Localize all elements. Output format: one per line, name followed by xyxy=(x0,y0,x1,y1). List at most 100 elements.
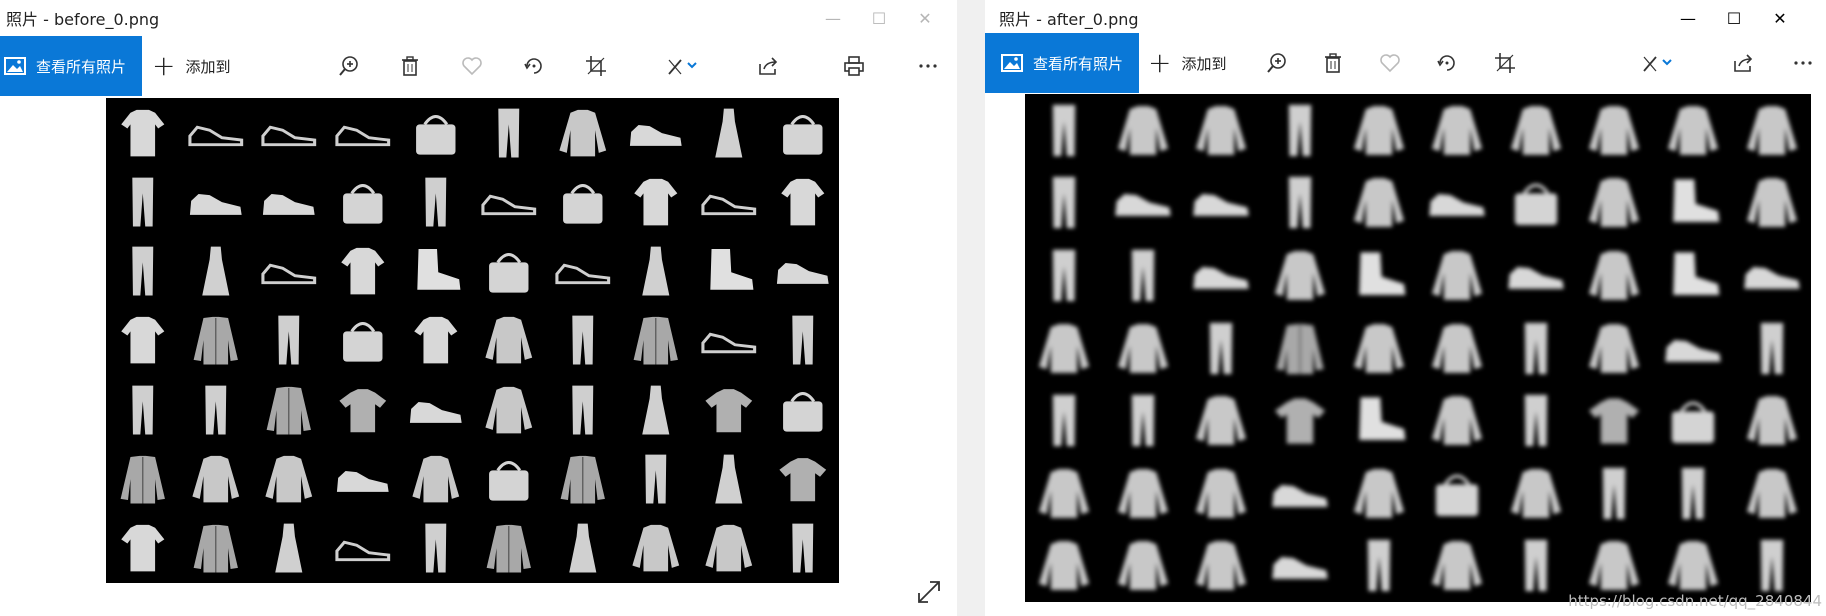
fashion-item-thumbnail xyxy=(399,237,472,306)
generated-item-thumbnail xyxy=(1497,457,1576,530)
generated-item-thumbnail xyxy=(1261,529,1340,602)
expand-icon[interactable] xyxy=(915,578,943,606)
edit-magic-icon[interactable] xyxy=(658,50,706,82)
zoom-in-icon[interactable] xyxy=(333,50,365,82)
photos-icon xyxy=(1001,52,1023,74)
generated-item-thumbnail xyxy=(1025,384,1104,457)
trash-icon[interactable] xyxy=(1317,47,1349,79)
fashion-item-thumbnail xyxy=(619,98,692,167)
fashion-item-thumbnail xyxy=(253,444,326,513)
fashion-item-thumbnail xyxy=(253,98,326,167)
fashion-item-thumbnail xyxy=(399,514,472,583)
add-to-label: 添加到 xyxy=(185,57,231,76)
fashion-item-thumbnail xyxy=(326,514,399,583)
add-to-button[interactable]: + 添加到 xyxy=(1148,33,1226,93)
rotate-icon[interactable] xyxy=(518,50,550,82)
generated-item-thumbnail xyxy=(1732,167,1811,240)
watermark: https://blog.csdn.net/qq_2840844 xyxy=(1568,592,1822,610)
title-bar[interactable]: 照片 - before_0.png — ☐ ✕ xyxy=(0,0,957,36)
fashion-item-thumbnail xyxy=(766,375,839,444)
photos-window-before: 照片 - before_0.png — ☐ ✕ 查看所有照片 + 添加到 xyxy=(0,0,958,616)
generated-item-thumbnail xyxy=(1418,529,1497,602)
view-all-photos-button[interactable]: 查看所有照片 xyxy=(985,33,1140,93)
crop-icon[interactable] xyxy=(1489,47,1521,79)
generated-item-thumbnail xyxy=(1497,312,1576,385)
edit-magic-icon[interactable] xyxy=(1633,47,1681,79)
title-bar[interactable]: 照片 - after_0.png — ☐ ✕ xyxy=(985,0,1826,36)
generated-item-thumbnail xyxy=(1654,239,1733,312)
generated-item-thumbnail xyxy=(1418,312,1497,385)
generated-item-thumbnail xyxy=(1339,94,1418,167)
fashion-item-thumbnail xyxy=(253,514,326,583)
rotate-icon[interactable] xyxy=(1431,47,1463,79)
generated-item-thumbnail xyxy=(1339,384,1418,457)
minimize-icon[interactable]: — xyxy=(1665,0,1711,36)
generated-item-thumbnail xyxy=(1261,312,1340,385)
heart-icon[interactable] xyxy=(456,50,488,82)
fashion-item-thumbnail xyxy=(253,306,326,375)
generated-item-thumbnail xyxy=(1339,239,1418,312)
view-all-label: 查看所有照片 xyxy=(1033,54,1124,73)
fashion-item-thumbnail xyxy=(106,306,179,375)
crop-icon[interactable] xyxy=(580,50,612,82)
fashion-item-thumbnail xyxy=(692,444,765,513)
fashion-item-thumbnail xyxy=(619,167,692,236)
fashion-item-thumbnail xyxy=(766,306,839,375)
view-all-photos-button[interactable]: 查看所有照片 xyxy=(0,36,143,96)
maximize-icon[interactable]: ☐ xyxy=(1711,0,1757,36)
image-before xyxy=(106,98,839,583)
generated-item-thumbnail xyxy=(1732,384,1811,457)
generated-item-thumbnail xyxy=(1104,94,1183,167)
more-icon[interactable] xyxy=(912,50,944,82)
generated-item-thumbnail xyxy=(1497,167,1576,240)
add-to-button[interactable]: + 添加到 xyxy=(152,36,230,96)
share-icon[interactable] xyxy=(1727,47,1759,79)
window-title: 照片 - before_0.png xyxy=(6,10,160,29)
fashion-item-thumbnail xyxy=(619,514,692,583)
generated-item-thumbnail xyxy=(1104,384,1183,457)
fashion-item-thumbnail xyxy=(619,375,692,444)
fashion-item-thumbnail xyxy=(399,306,472,375)
close-icon[interactable]: ✕ xyxy=(902,0,948,36)
share-icon[interactable] xyxy=(752,50,784,82)
generated-item-thumbnail xyxy=(1182,167,1261,240)
fashion-item-thumbnail xyxy=(692,167,765,236)
fashion-item-thumbnail xyxy=(179,237,252,306)
generated-item-thumbnail xyxy=(1654,457,1733,530)
generated-item-thumbnail xyxy=(1339,167,1418,240)
generated-item-thumbnail xyxy=(1261,239,1340,312)
generated-item-thumbnail xyxy=(1104,529,1183,602)
generated-item-thumbnail xyxy=(1575,312,1654,385)
print-icon[interactable] xyxy=(838,50,870,82)
fashion-item-thumbnail xyxy=(326,444,399,513)
heart-icon[interactable] xyxy=(1374,47,1406,79)
view-all-label: 查看所有照片 xyxy=(36,57,127,76)
generated-item-thumbnail xyxy=(1732,312,1811,385)
generated-item-thumbnail xyxy=(1261,94,1340,167)
close-icon[interactable]: ✕ xyxy=(1757,0,1803,36)
fashion-item-thumbnail xyxy=(179,98,252,167)
toolbar: 查看所有照片 + 添加到 xyxy=(985,33,1826,93)
fashion-item-thumbnail xyxy=(399,375,472,444)
generated-item-thumbnail xyxy=(1575,457,1654,530)
fashion-item-thumbnail xyxy=(326,237,399,306)
minimize-icon[interactable]: — xyxy=(810,0,856,36)
fashion-item-thumbnail xyxy=(546,375,619,444)
fashion-item-thumbnail xyxy=(326,167,399,236)
maximize-icon[interactable]: ☐ xyxy=(856,0,902,36)
generated-item-thumbnail xyxy=(1025,167,1104,240)
fashion-item-thumbnail xyxy=(326,375,399,444)
fashion-item-thumbnail xyxy=(253,375,326,444)
generated-item-thumbnail xyxy=(1182,94,1261,167)
fashion-item-thumbnail xyxy=(473,444,546,513)
fashion-item-thumbnail xyxy=(473,375,546,444)
fashion-image-grid xyxy=(106,98,839,583)
more-icon[interactable] xyxy=(1787,47,1819,79)
fashion-item-thumbnail xyxy=(546,306,619,375)
fashion-item-thumbnail xyxy=(179,444,252,513)
fashion-item-thumbnail xyxy=(473,237,546,306)
zoom-in-icon[interactable] xyxy=(1261,47,1293,79)
trash-icon[interactable] xyxy=(394,50,426,82)
fashion-item-thumbnail xyxy=(619,444,692,513)
photos-icon xyxy=(4,55,26,77)
